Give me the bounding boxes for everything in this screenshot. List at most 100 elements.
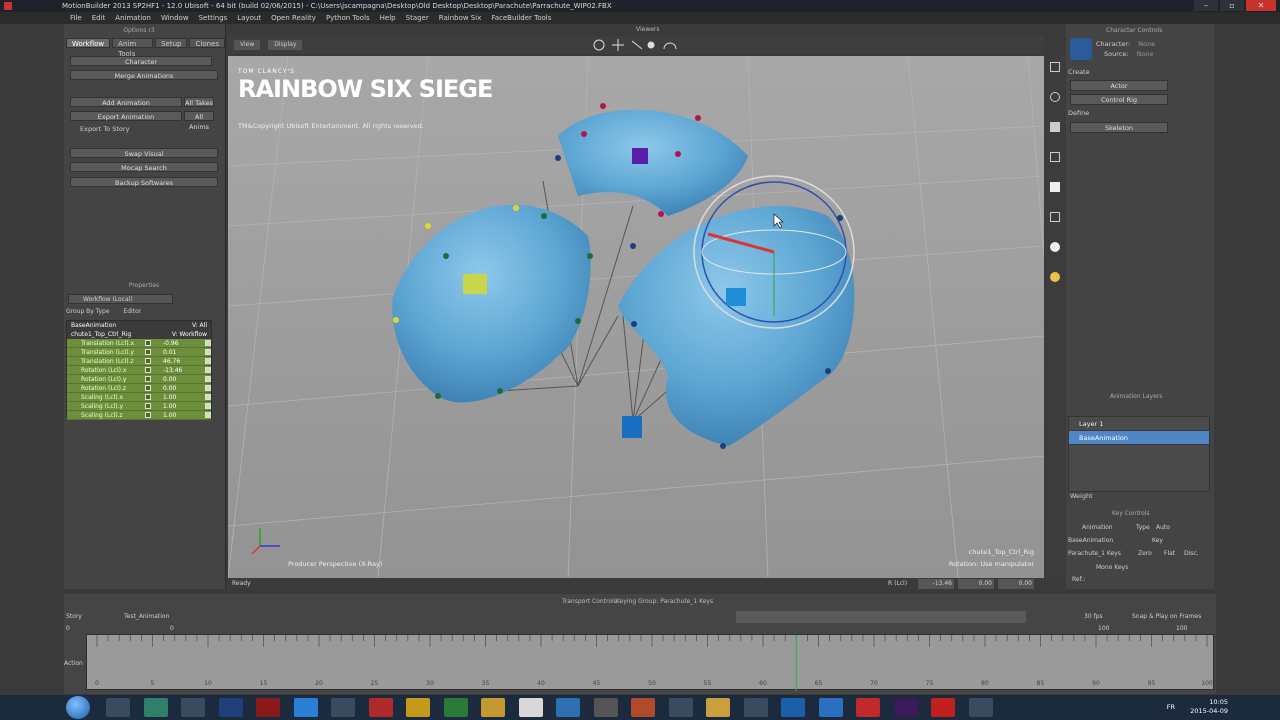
actor-button[interactable]: Actor bbox=[1070, 80, 1168, 91]
frame-icon[interactable] bbox=[1050, 122, 1060, 132]
menu-animation[interactable]: Animation bbox=[115, 12, 151, 24]
property-row[interactable]: Rotation (Lcl).y 0.00 bbox=[67, 375, 211, 384]
add-animation-button[interactable]: Add Animation bbox=[70, 97, 182, 107]
property-row[interactable]: Scaling (Lcl).z 1.00 bbox=[67, 411, 211, 420]
property-row[interactable]: Scaling (Lcl).y 1.00 bbox=[67, 402, 211, 411]
key-toggle-icon[interactable] bbox=[145, 394, 151, 400]
key-toggle-icon[interactable] bbox=[145, 376, 151, 382]
property-row[interactable]: Rotation (Lcl).x -13.46 bbox=[67, 366, 211, 375]
explorer-icon[interactable] bbox=[556, 698, 580, 717]
photoshop-icon[interactable] bbox=[218, 698, 243, 717]
visibility-checkbox[interactable] bbox=[205, 340, 211, 346]
close-button[interactable]: ✕ bbox=[1246, 0, 1276, 11]
sphere-icon[interactable] bbox=[1050, 242, 1060, 252]
tab-setup[interactable]: Setup bbox=[155, 38, 188, 48]
3d-viewport[interactable]: TOM CLANCY'S RAINBOW SIX SIEGE TM&Copyri… bbox=[228, 56, 1044, 578]
menu-window[interactable]: Window bbox=[161, 12, 189, 24]
menu-layout[interactable]: Layout bbox=[237, 12, 261, 24]
take-selector[interactable]: Test_Animation bbox=[124, 613, 169, 620]
export-animation-button[interactable]: Export Animation bbox=[70, 111, 182, 121]
all-anims-button[interactable]: All Anims bbox=[184, 111, 214, 131]
motionbuilder-icon[interactable] bbox=[256, 698, 280, 717]
chrome-icon[interactable] bbox=[181, 698, 205, 717]
key-toggle-icon[interactable] bbox=[145, 403, 151, 409]
object-row[interactable]: chute1_Top_Ctrl_Rig V: Workflow bbox=[67, 330, 211, 339]
character-button[interactable]: Character bbox=[70, 56, 212, 66]
excel-icon[interactable] bbox=[443, 698, 468, 717]
start-button[interactable] bbox=[66, 696, 90, 719]
photos-icon[interactable] bbox=[143, 698, 168, 717]
fps-select[interactable]: 30 fps bbox=[1084, 613, 1103, 620]
view-menu[interactable]: View bbox=[234, 40, 261, 50]
merge-animations-button[interactable]: Merge Animations bbox=[70, 70, 218, 80]
app-red-icon[interactable] bbox=[368, 698, 393, 717]
menu-python-tools[interactable]: Python Tools bbox=[326, 12, 370, 24]
property-value[interactable]: 1.00 bbox=[163, 411, 176, 420]
coord-x[interactable]: -13.46 bbox=[918, 579, 954, 589]
lync-icon[interactable] bbox=[818, 698, 843, 717]
flat-button[interactable]: Flat bbox=[1164, 550, 1175, 557]
properties-selector[interactable]: Workflow (Local) bbox=[68, 294, 173, 304]
visibility-checkbox[interactable] bbox=[205, 358, 211, 364]
coord-z[interactable]: 0.00 bbox=[998, 579, 1034, 589]
skeleton-button[interactable]: Skeleton bbox=[1070, 122, 1168, 133]
start-frame[interactable]: 0 bbox=[66, 625, 70, 632]
snap-select[interactable]: Snap & Play on Frames bbox=[1132, 613, 1201, 620]
editor-label[interactable]: Editor bbox=[123, 308, 141, 315]
ie-icon[interactable] bbox=[293, 698, 318, 717]
end-frame-2[interactable]: 100 bbox=[1176, 625, 1187, 632]
premiere-icon[interactable] bbox=[893, 698, 918, 717]
property-row[interactable]: Scaling (Lcl).x 1.00 bbox=[67, 393, 211, 402]
display-menu[interactable]: Display bbox=[268, 40, 303, 50]
property-value[interactable]: 0.01 bbox=[163, 348, 176, 357]
menu-stager[interactable]: Stager bbox=[406, 12, 429, 24]
character-icon[interactable] bbox=[1070, 38, 1092, 60]
mocap-search-button[interactable]: Mocap Search bbox=[70, 162, 218, 172]
key-icon[interactable] bbox=[1050, 152, 1060, 162]
menu-edit[interactable]: Edit bbox=[92, 12, 106, 24]
clock[interactable]: 10:05 2015-04-09 bbox=[1190, 698, 1228, 716]
property-value[interactable]: 0.00 bbox=[163, 384, 176, 393]
key-base-select[interactable]: BaseAnimation bbox=[1068, 537, 1113, 544]
property-row[interactable]: Translation (Lcl).x -0.96 bbox=[67, 339, 211, 348]
layer-row[interactable]: Layer 1 bbox=[1069, 417, 1209, 431]
folder2-icon[interactable] bbox=[706, 698, 730, 717]
menu-settings[interactable]: Settings bbox=[199, 12, 228, 24]
property-row[interactable]: Rotation (Lcl).z 0.00 bbox=[67, 384, 211, 393]
source-field[interactable]: Source: None bbox=[1104, 50, 1154, 58]
acrobat-icon[interactable] bbox=[931, 698, 955, 717]
back-icon[interactable] bbox=[106, 698, 130, 717]
key-toggle-icon[interactable] bbox=[145, 367, 151, 373]
property-value[interactable]: 0.00 bbox=[163, 375, 176, 384]
steam-icon[interactable] bbox=[668, 698, 693, 717]
settings-icon[interactable] bbox=[593, 698, 618, 717]
key-toggle-icon[interactable] bbox=[145, 412, 151, 418]
mono-keys-button[interactable]: Mono Keys bbox=[1096, 564, 1128, 571]
property-row[interactable]: Translation (Lcl).y 0.01 bbox=[67, 348, 211, 357]
property-value[interactable]: 1.00 bbox=[163, 402, 176, 411]
key-button[interactable]: Key bbox=[1152, 537, 1163, 544]
visibility-checkbox[interactable] bbox=[205, 403, 211, 409]
visibility-checkbox[interactable] bbox=[205, 367, 211, 373]
menu-facebuilder-tools[interactable]: FaceBuilder Tools bbox=[491, 12, 551, 24]
media-icon[interactable] bbox=[743, 698, 768, 717]
all-takes-button[interactable]: All Takes bbox=[184, 97, 214, 107]
keying-group-select[interactable]: Parachute_1 Keys bbox=[1068, 550, 1121, 557]
cube-icon[interactable] bbox=[1050, 182, 1060, 192]
menu-open-reality[interactable]: Open Reality bbox=[271, 12, 316, 24]
app-yellow-icon[interactable] bbox=[406, 698, 430, 717]
property-value[interactable]: -13.46 bbox=[163, 366, 182, 375]
key-type-select[interactable]: Auto bbox=[1156, 524, 1170, 531]
key-toggle-icon[interactable] bbox=[145, 349, 151, 355]
timeline[interactable]: 0 5 10 15 20 25 30 35 40 45 50 55 60 65 70 75 80 85 90 95 10… bbox=[86, 634, 1214, 691]
select-icon[interactable] bbox=[1050, 62, 1060, 72]
tab-workflow[interactable]: Workflow bbox=[66, 38, 111, 48]
property-value[interactable]: -0.96 bbox=[163, 339, 179, 348]
visibility-checkbox[interactable] bbox=[205, 385, 211, 391]
playback-buttons[interactable] bbox=[736, 611, 1026, 623]
rotate-icon[interactable] bbox=[1050, 92, 1060, 102]
app-misc-icon[interactable] bbox=[968, 698, 993, 717]
current-frame[interactable]: 0 bbox=[170, 625, 174, 632]
maya-icon[interactable] bbox=[331, 698, 355, 717]
backup-softwares-button[interactable]: Backup Softwares bbox=[70, 177, 218, 187]
